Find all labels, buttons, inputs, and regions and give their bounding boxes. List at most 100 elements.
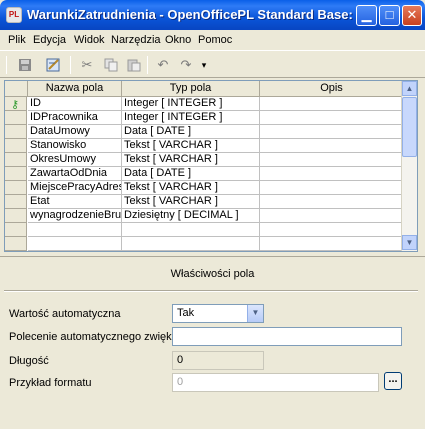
row-selector[interactable]: ⚷ [5, 97, 27, 111]
field-description-cell[interactable] [260, 181, 404, 195]
auto-value-select[interactable]: Tak ▼ [172, 304, 264, 323]
copy-button[interactable] [101, 55, 121, 75]
pane-splitter[interactable] [0, 256, 425, 260]
row-selector[interactable] [5, 167, 27, 181]
field-description-cell[interactable] [260, 237, 404, 251]
autoincrement-input[interactable] [172, 327, 402, 346]
row-selector[interactable] [5, 139, 27, 153]
field-type-cell[interactable]: Tekst [ VARCHAR ] [122, 195, 260, 209]
cut-button[interactable]: ✂ [77, 55, 97, 75]
row-selector[interactable] [5, 125, 27, 139]
close-button[interactable]: ✕ [402, 5, 422, 26]
table-row[interactable]: ZawartaOdDnia Data [ DATE ] [5, 167, 417, 181]
row-selector[interactable] [5, 237, 27, 251]
table-row[interactable] [5, 237, 417, 251]
openoffice-base-app-icon[interactable]: PL [6, 7, 22, 23]
row-selector[interactable] [5, 209, 27, 223]
field-description-cell[interactable] [260, 139, 404, 153]
field-type-cell[interactable]: Dziesiętny [ DECIMAL ] [122, 209, 260, 223]
field-type-cell[interactable] [122, 223, 260, 237]
table-row[interactable]: MiejscePracyAdres Tekst [ VARCHAR ] [5, 181, 417, 195]
field-type-cell[interactable] [122, 237, 260, 251]
copy-icon [104, 58, 118, 72]
field-description-cell[interactable] [260, 195, 404, 209]
field-type-cell[interactable]: Data [ DATE ] [122, 125, 260, 139]
menu-okno[interactable]: Okno [165, 34, 191, 46]
field-description-cell[interactable] [260, 125, 404, 139]
length-input[interactable]: 0 [172, 351, 264, 370]
scroll-down-button[interactable]: ▼ [402, 235, 417, 250]
close-icon: ✕ [406, 7, 418, 22]
table-row[interactable]: IDPracownika Integer [ INTEGER ] [5, 111, 417, 125]
menu-narzedzia[interactable]: Narzędzia [111, 34, 161, 46]
field-description-cell[interactable] [260, 223, 404, 237]
field-name-cell[interactable] [28, 223, 122, 237]
field-type-cell[interactable]: Integer [ INTEGER ] [122, 111, 260, 125]
field-type-cell[interactable]: Data [ DATE ] [122, 167, 260, 181]
format-example-input[interactable]: 0 [172, 373, 379, 392]
table-design-grid[interactable]: Nazwa pola Typ pola Opis ⚷ ID Integer [ IN… [4, 80, 418, 252]
table-row[interactable]: Stanowisko Tekst [ VARCHAR ] [5, 139, 417, 153]
field-name-cell[interactable] [28, 251, 122, 252]
table-row[interactable]: wynagrodzenieBrutt Dziesiętny [ DECIMAL ] [5, 209, 417, 223]
redo-button[interactable]: ↷ [176, 55, 196, 75]
field-type-cell[interactable] [122, 251, 260, 252]
field-properties-title: Właściwości pola [170, 268, 255, 280]
field-name-cell[interactable]: MiejscePracyAdres [28, 181, 122, 195]
field-name-cell[interactable]: Etat [28, 195, 122, 209]
column-header-description[interactable]: Opis [260, 81, 404, 97]
edit-design-button[interactable] [44, 55, 64, 75]
field-description-cell[interactable] [260, 167, 404, 181]
table-row[interactable]: DataUmowy Data [ DATE ] [5, 125, 417, 139]
field-description-cell[interactable] [260, 153, 404, 167]
row-selector[interactable] [5, 251, 27, 252]
field-name-cell[interactable]: ID [28, 97, 122, 111]
field-type-cell[interactable]: Tekst [ VARCHAR ] [122, 153, 260, 167]
field-name-cell[interactable]: DataUmowy [28, 125, 122, 139]
field-name-cell[interactable]: OkresUmowy [28, 153, 122, 167]
field-description-cell[interactable] [260, 111, 404, 125]
grid-vertical-scrollbar[interactable]: ▲ ▼ [401, 81, 417, 251]
auto-value-dropdown-button[interactable]: ▼ [247, 305, 263, 322]
cut-icon: ✂ [81, 57, 93, 72]
save-button[interactable] [15, 55, 35, 75]
row-selector[interactable] [5, 111, 27, 125]
row-selector[interactable] [5, 181, 27, 195]
table-row[interactable] [5, 223, 417, 237]
menu-widok[interactable]: Widok [74, 34, 105, 46]
format-button[interactable]: ... [384, 372, 402, 390]
undo-button[interactable]: ↶ [153, 55, 173, 75]
menu-plik[interactable]: Plik [8, 34, 26, 46]
row-selector[interactable] [5, 195, 27, 209]
paste-button[interactable] [124, 55, 144, 75]
maximize-button[interactable]: □ [379, 5, 400, 26]
table-row[interactable]: OkresUmowy Tekst [ VARCHAR ] [5, 153, 417, 167]
column-header-field-name[interactable]: Nazwa pola [28, 81, 122, 97]
field-description-cell[interactable] [260, 97, 404, 111]
column-header-field-type[interactable]: Typ pola [122, 81, 260, 97]
field-name-cell[interactable]: Stanowisko [28, 139, 122, 153]
field-name-cell[interactable] [28, 237, 122, 251]
toolbar-options-button[interactable]: ▾ [198, 55, 210, 75]
autoincrement-label: Polecenie automatycznego zwięks [9, 331, 178, 343]
field-name-cell[interactable]: wynagrodzenieBrutt [28, 209, 122, 223]
table-row[interactable]: ⚷ ID Integer [ INTEGER ] [5, 97, 417, 111]
field-type-cell[interactable]: Integer [ INTEGER ] [122, 97, 260, 111]
field-type-cell[interactable]: Tekst [ VARCHAR ] [122, 181, 260, 195]
minimize-button[interactable]: ▁ [356, 5, 377, 26]
field-description-cell[interactable] [260, 209, 404, 223]
row-selector[interactable] [5, 153, 27, 167]
table-row[interactable]: Etat Tekst [ VARCHAR ] [5, 195, 417, 209]
row-selector[interactable] [5, 223, 27, 237]
field-name-cell[interactable]: ZawartaOdDnia [28, 167, 122, 181]
field-description-cell[interactable] [260, 251, 404, 252]
scroll-thumb[interactable] [402, 97, 417, 157]
table-row[interactable] [5, 251, 417, 252]
menu-edycja[interactable]: Edycja [33, 34, 66, 46]
field-type-cell[interactable]: Tekst [ VARCHAR ] [122, 139, 260, 153]
maximize-icon: □ [385, 7, 394, 22]
menu-pomoc[interactable]: Pomoc [198, 34, 232, 46]
scroll-up-button[interactable]: ▲ [402, 81, 417, 96]
properties-divider [4, 290, 418, 292]
field-name-cell[interactable]: IDPracownika [28, 111, 122, 125]
